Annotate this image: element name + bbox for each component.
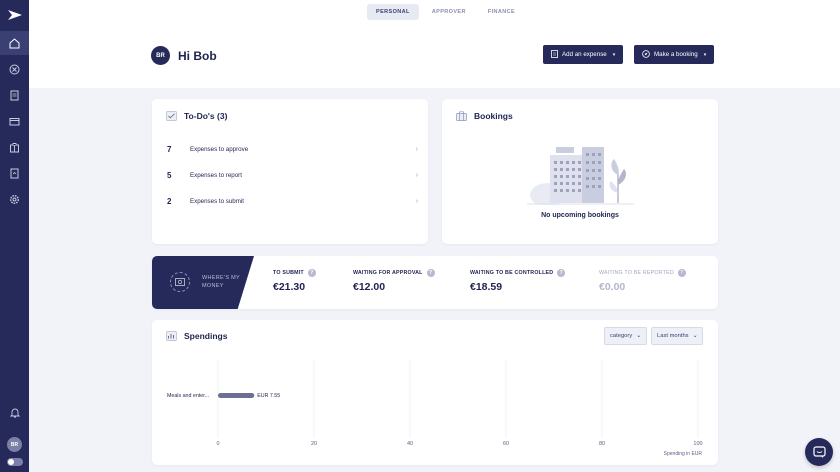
chevron-right-icon: › — [415, 171, 418, 179]
money-seal-icon — [170, 272, 190, 292]
x-axis-label: Spending in EUR — [664, 451, 703, 457]
compass-icon — [642, 49, 650, 60]
wheres-my-money-line1: WHERE'S MY — [202, 275, 240, 281]
column-label: WAITING FOR APPROVAL? — [353, 269, 435, 277]
add-expense-button[interactable]: Add an expense ▾ — [543, 45, 624, 64]
greeting: BR Hi Bob — [151, 46, 217, 65]
chevron-down-icon: ▾ — [612, 51, 616, 58]
help-icon[interactable]: ? — [557, 269, 566, 277]
waiting-controlled-value: €18.59 — [470, 281, 503, 293]
page-header: PERSONAL APPROVER FINANCE BR Hi Bob Add … — [29, 0, 840, 88]
page-title: Hi Bob — [178, 48, 217, 63]
theme-toggle[interactable] — [6, 458, 23, 466]
bookings-card: Bookings No upcoming bookings — [442, 99, 718, 244]
to-submit-column[interactable]: TO SUBMIT? €21.30 — [273, 269, 316, 293]
receipt-icon — [551, 49, 558, 60]
waiting-reported-value: €0.00 — [599, 281, 626, 293]
column-label: TO SUBMIT? — [273, 269, 316, 277]
spendings-card-title: Spendings — [166, 331, 227, 341]
category-select[interactable]: category ⌄ — [604, 327, 648, 345]
add-expense-label: Add an expense — [562, 51, 607, 58]
x-tick-label: 100 — [693, 441, 702, 447]
suitcase-icon[interactable] — [0, 135, 29, 159]
period-select-value: Last months — [657, 333, 689, 339]
period-select[interactable]: Last months ⌄ — [651, 327, 704, 345]
tab-personal[interactable]: PERSONAL — [367, 4, 419, 20]
tab-finance[interactable]: FINANCE — [479, 4, 524, 20]
waiting-controlled-column[interactable]: WAITING TO BE CONTROLLED? €18.59 — [470, 269, 566, 293]
help-icon[interactable]: ? — [677, 269, 686, 277]
todo-title: To-Do's (3) — [184, 111, 228, 121]
todo-count: 7 — [167, 144, 172, 154]
spendings-title: Spendings — [184, 331, 228, 341]
waiting-reported-label: WAITING TO BE REPORTED — [599, 270, 674, 276]
waiting-approval-value: €12.00 — [353, 281, 386, 293]
bell-icon[interactable] — [9, 405, 20, 423]
no-bookings-text: No upcoming bookings — [541, 212, 619, 219]
checklist-icon — [166, 111, 177, 121]
bookings-card-title: Bookings — [456, 111, 513, 121]
spendings-card: 0 20 40 60 80 100 Meals and enter... EUR 7.55 Sp… — [152, 320, 718, 465]
chevron-down-icon: ⌄ — [636, 333, 642, 339]
waiting-reported-column[interactable]: WAITING TO BE REPORTED? €0.00 — [599, 269, 686, 293]
tab-approver[interactable]: APPROVER — [423, 4, 475, 20]
chevron-down-icon: ⌄ — [692, 333, 698, 339]
suitcase-icon — [456, 111, 467, 121]
x-tick-label: 40 — [407, 441, 413, 447]
home-icon[interactable] — [0, 31, 29, 55]
todo-card-title: To-Do's (3) — [166, 111, 227, 121]
document-icon[interactable] — [0, 83, 29, 107]
todo-item[interactable]: 7 Expenses to approve › — [167, 142, 418, 156]
bookings-title: Bookings — [474, 111, 513, 121]
user-avatar[interactable]: BR — [7, 437, 22, 452]
x-tick-label: 60 — [503, 441, 509, 447]
help-icon[interactable]: ? — [307, 269, 316, 277]
help-icon[interactable]: ? — [426, 269, 435, 277]
chat-icon — [812, 445, 826, 458]
avatar: BR — [151, 46, 170, 65]
chevron-right-icon: › — [415, 145, 418, 153]
category-label: Meals and enter... — [167, 393, 209, 399]
x-tick-label: 80 — [599, 441, 605, 447]
card-icon[interactable] — [0, 109, 29, 133]
todo-card: To-Do's (3) 7 Expenses to approve › 5 Ex… — [152, 99, 428, 244]
todo-label: Expenses to report — [190, 171, 242, 179]
x-tick-label: 0 — [216, 441, 219, 447]
todo-count: 5 — [167, 170, 172, 180]
chart-icon — [166, 331, 177, 341]
waiting-approval-label: WAITING FOR APPROVAL — [353, 270, 423, 276]
role-tabs: PERSONAL APPROVER FINANCE — [367, 4, 524, 20]
todo-label: Expenses to approve — [190, 145, 249, 153]
money-card: WHERE'S MY MONEY TO SUBMIT? €21.30 WAITI… — [152, 256, 718, 309]
waiting-controlled-label: WAITING TO BE CONTROLLED — [470, 270, 554, 276]
category-select-value: category — [610, 333, 633, 339]
wheres-my-money-label: WHERE'S MY MONEY — [202, 274, 240, 291]
to-submit-label: TO SUBMIT — [273, 270, 304, 276]
waiting-approval-column[interactable]: WAITING FOR APPROVAL? €12.00 — [353, 269, 435, 293]
sidebar: BR — [0, 0, 29, 472]
settings-icon[interactable] — [0, 187, 29, 211]
bar — [218, 393, 255, 398]
chevron-down-icon: ▾ — [703, 51, 707, 58]
todo-label: Expenses to submit — [190, 197, 244, 205]
chevron-right-icon: › — [415, 197, 418, 205]
data-label: EUR 7.55 — [257, 393, 280, 399]
logo-icon[interactable] — [4, 4, 26, 26]
x-tick-label: 20 — [311, 441, 317, 447]
make-booking-button[interactable]: Make a booking ▾ — [634, 45, 715, 64]
to-submit-value: €21.30 — [273, 281, 306, 293]
todo-count: 2 — [167, 196, 172, 206]
chat-button[interactable] — [805, 438, 833, 466]
building-illustration — [526, 141, 636, 210]
column-label: WAITING TO BE REPORTED? — [599, 269, 686, 277]
wheres-my-money-line2: MONEY — [202, 283, 224, 290]
column-label: WAITING TO BE CONTROLLED? — [470, 269, 566, 277]
make-booking-label: Make a booking — [654, 51, 698, 58]
todo-item[interactable]: 5 Expenses to report › — [167, 168, 418, 182]
todo-item[interactable]: 2 Expenses to submit › — [167, 194, 418, 208]
receipt-icon[interactable] — [0, 57, 29, 81]
report-icon[interactable] — [0, 161, 29, 185]
